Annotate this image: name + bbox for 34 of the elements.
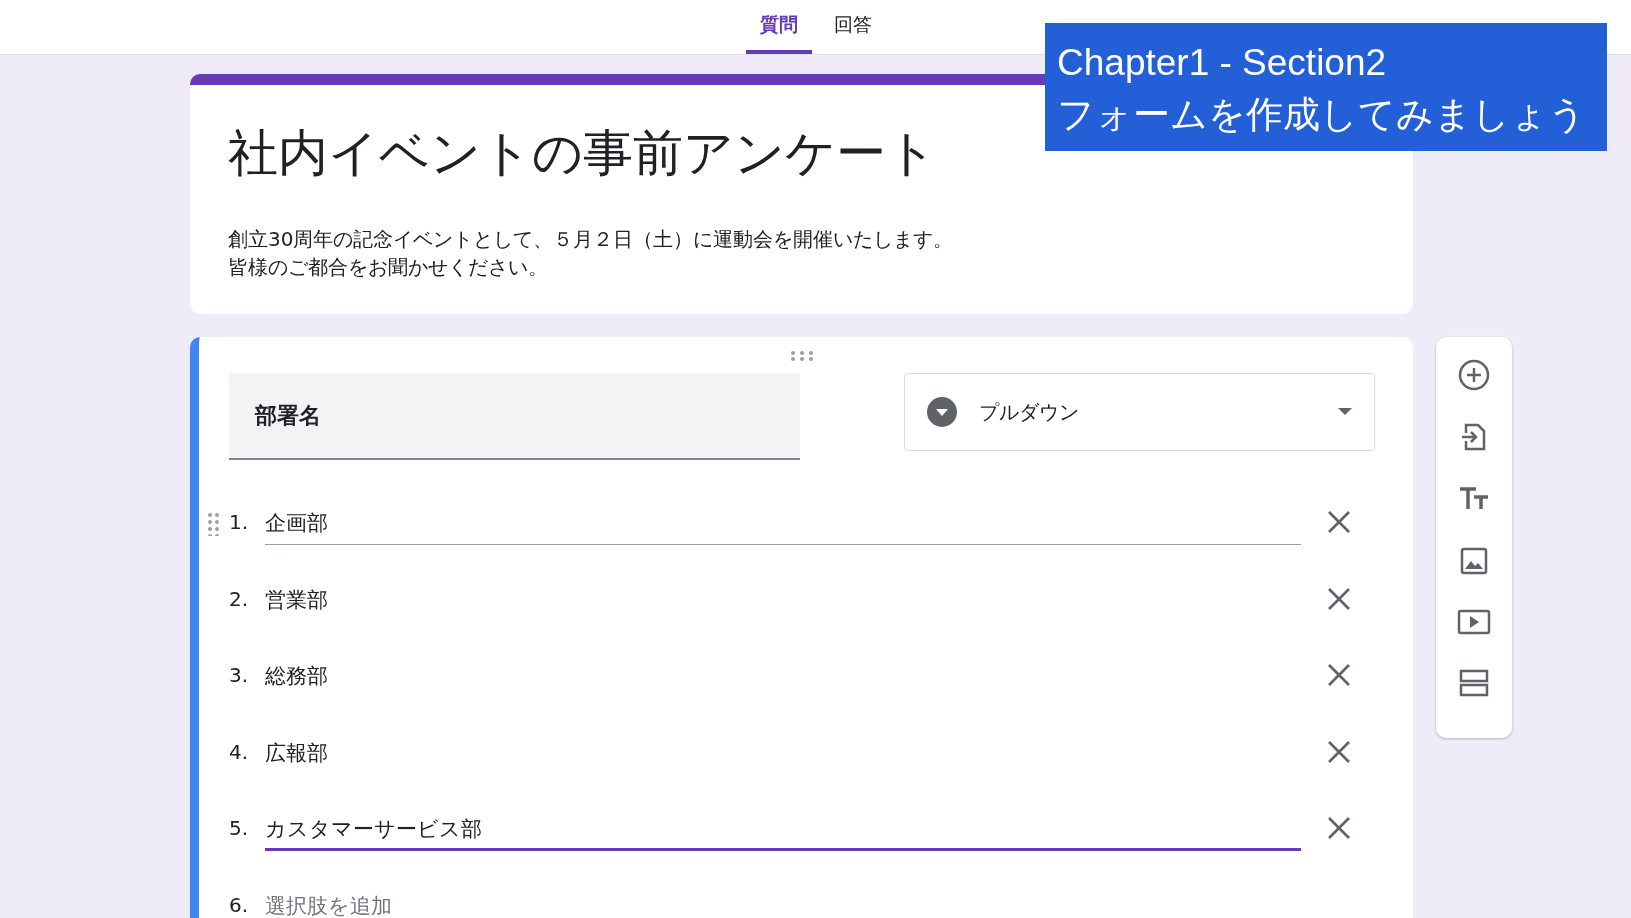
close-icon[interactable] bbox=[1327, 510, 1351, 535]
add-option-field[interactable]: 選択肢を追加 bbox=[265, 881, 1301, 918]
option-field[interactable]: 広報部 bbox=[265, 728, 1301, 775]
caption-line: Chapter1 - Section2 bbox=[1057, 41, 1388, 85]
option-number: 1. bbox=[229, 510, 250, 535]
option-number: 3. bbox=[229, 663, 250, 688]
add-circle-icon[interactable] bbox=[1458, 359, 1490, 391]
video-icon[interactable] bbox=[1457, 607, 1491, 637]
tab[interactable]: 回答 bbox=[819, 0, 886, 54]
drag-handle-icon[interactable] bbox=[207, 512, 220, 536]
form-title: 社内イベントの事前アンケート bbox=[228, 123, 938, 184]
close-icon[interactable] bbox=[1327, 663, 1351, 688]
option-field[interactable]: カスタマーサービス部 bbox=[265, 805, 1301, 852]
option-number: 4. bbox=[229, 739, 250, 764]
caret-icon bbox=[1338, 408, 1352, 416]
option-field[interactable]: 企画部 bbox=[265, 499, 1301, 546]
option-field[interactable]: 総務部 bbox=[265, 652, 1301, 699]
option-number: 2. bbox=[229, 586, 250, 611]
caption-line: フォームを作成してみましょう bbox=[1057, 93, 1587, 137]
image-icon[interactable] bbox=[1458, 545, 1490, 577]
question-type-label: プルダウン bbox=[979, 398, 1079, 426]
option-number: 6. bbox=[229, 892, 250, 917]
form-description: 創立30周年の記念イベントとして、５月２日（土）に運動会を開催いたします。 皆様のご都合をお聞かせください。 bbox=[228, 226, 955, 281]
close-icon[interactable] bbox=[1327, 816, 1351, 841]
tab[interactable]: 質問 bbox=[745, 0, 812, 54]
close-icon[interactable] bbox=[1327, 586, 1351, 611]
option-field[interactable]: 営業部 bbox=[265, 575, 1301, 622]
close-icon[interactable] bbox=[1327, 739, 1351, 764]
question-title-field[interactable]: 部署名 bbox=[229, 373, 800, 460]
section-icon[interactable] bbox=[1458, 667, 1490, 699]
drag-handle-icon[interactable] bbox=[790, 351, 814, 361]
option-number: 5. bbox=[229, 816, 250, 841]
dropdown-circle-icon bbox=[927, 397, 957, 427]
question-type-dropdown[interactable]: プルダウン bbox=[904, 373, 1375, 451]
